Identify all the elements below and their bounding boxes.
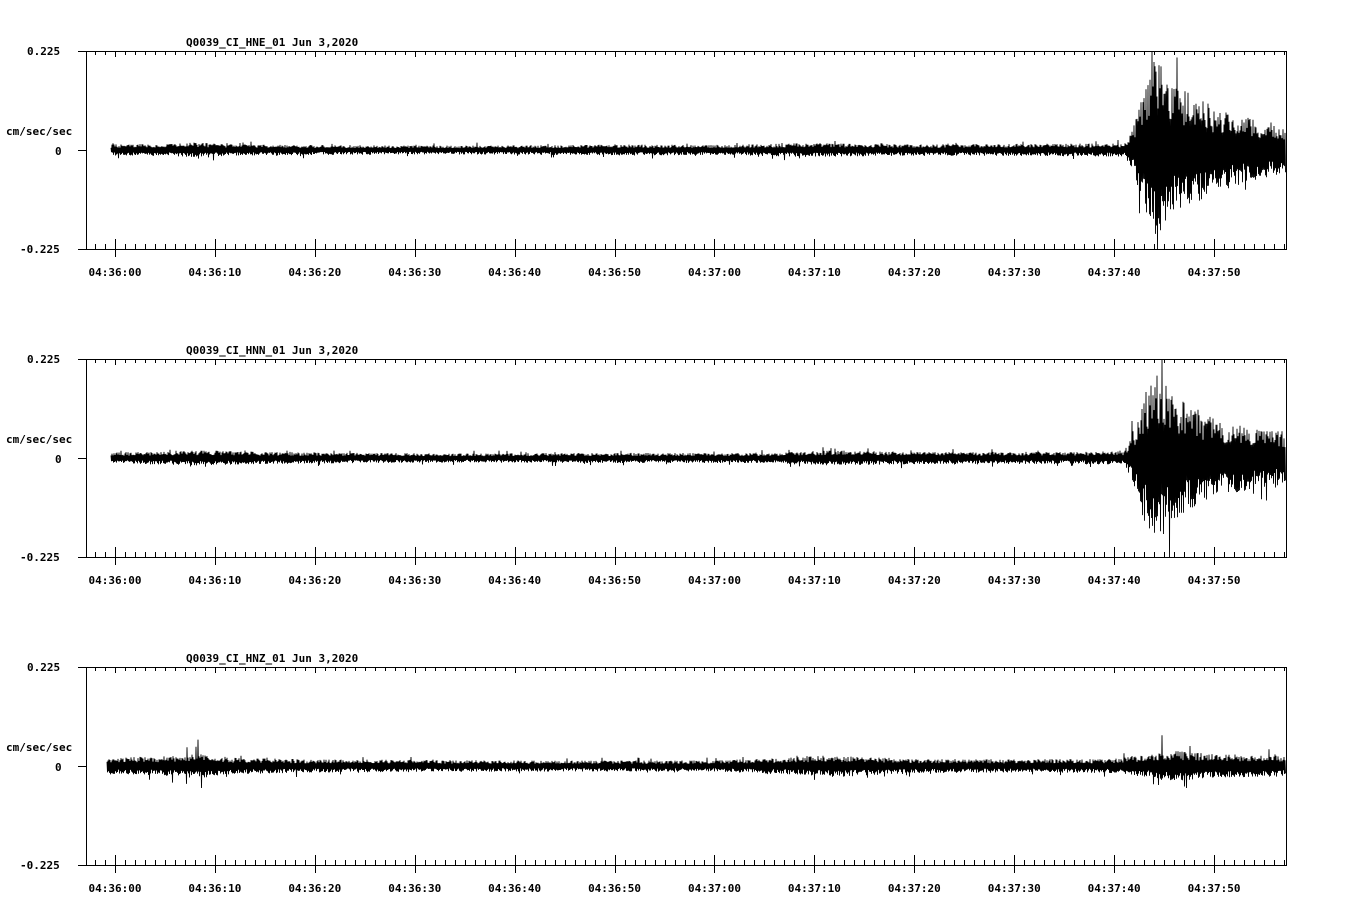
- y-tick-label: 0.225: [27, 45, 60, 58]
- panel-title: Q0039_CI_HNZ_01 Jun 3,2020: [186, 652, 358, 665]
- y-axis-label: cm/sec/sec: [6, 125, 72, 138]
- x-tick-label: 04:37:50: [1188, 574, 1241, 587]
- waveform-trace: [110, 50, 1286, 250]
- x-tick-label: 04:36:30: [388, 574, 441, 587]
- x-tick-label: 04:36:50: [588, 882, 641, 895]
- y-tick-label: 0.225: [27, 353, 60, 366]
- y-axis-label: cm/sec/sec: [6, 741, 72, 754]
- y-tick-label: -0.225: [20, 859, 60, 872]
- x-tick-label: 04:37:00: [688, 574, 741, 587]
- y-tick-label: -0.225: [20, 551, 60, 564]
- x-tick-label: 04:36:30: [388, 882, 441, 895]
- y-tick-label: 0: [55, 453, 62, 466]
- x-tick-label: 04:37:20: [888, 882, 941, 895]
- x-tick-label: 04:36:20: [288, 266, 341, 279]
- x-tick-label: 04:37:20: [888, 266, 941, 279]
- x-tick-label: 04:37:10: [788, 882, 841, 895]
- x-tick-label: 04:37:40: [1088, 266, 1141, 279]
- waveform-trace: [110, 358, 1286, 558]
- panel-title: Q0039_CI_HNE_01 Jun 3,2020: [186, 36, 358, 49]
- x-tick-label: 04:37:10: [788, 266, 841, 279]
- x-tick-label: 04:36:10: [188, 574, 241, 587]
- x-tick-label: 04:37:40: [1088, 882, 1141, 895]
- seismogram-figure: Q0039_CI_HNE_01 Jun 3,2020 cm/sec/sec 0.22…: [6, 36, 1287, 895]
- x-tick-label: 04:36:40: [488, 882, 541, 895]
- y-axis-label: cm/sec/sec: [6, 433, 72, 446]
- x-tick-label: 04:37:50: [1188, 882, 1241, 895]
- trace-panel-3: Q0039_CI_HNZ_01 Jun 3,2020 cm/sec/sec 0.22…: [6, 652, 1287, 895]
- y-tick-label: -0.225: [20, 243, 60, 256]
- x-tick-label: 04:36:30: [388, 266, 441, 279]
- x-tick-label: 04:36:10: [188, 882, 241, 895]
- x-tick-label: 04:36:00: [88, 882, 141, 895]
- x-tick-label: 04:37:20: [888, 574, 941, 587]
- x-tick-label: 04:36:00: [88, 266, 141, 279]
- x-tick-label: 04:36:00: [88, 574, 141, 587]
- x-tick-label: 04:37:30: [988, 574, 1041, 587]
- x-tick-label: 04:36:20: [288, 574, 341, 587]
- x-tick-label: 04:37:10: [788, 574, 841, 587]
- x-tick-label: 04:36:50: [588, 574, 641, 587]
- x-tick-label: 04:37:30: [988, 882, 1041, 895]
- x-tick-label: 04:36:40: [488, 574, 541, 587]
- y-tick-label: 0: [55, 145, 62, 158]
- y-tick-label: 0: [55, 761, 62, 774]
- waveform-trace: [106, 735, 1286, 789]
- x-tick-label: 04:36:10: [188, 266, 241, 279]
- x-tick-label: 04:37:30: [988, 266, 1041, 279]
- x-tick-label: 04:36:20: [288, 882, 341, 895]
- trace-panel-1: Q0039_CI_HNE_01 Jun 3,2020 cm/sec/sec 0.22…: [6, 36, 1287, 279]
- y-tick-label: 0.225: [27, 661, 60, 674]
- x-tick-label: 04:36:40: [488, 266, 541, 279]
- panel-title: Q0039_CI_HNN_01 Jun 3,2020: [186, 344, 358, 357]
- x-tick-label: 04:37:00: [688, 882, 741, 895]
- x-tick-label: 04:37:00: [688, 266, 741, 279]
- x-tick-label: 04:37:50: [1188, 266, 1241, 279]
- trace-panel-2: Q0039_CI_HNN_01 Jun 3,2020 cm/sec/sec 0.22…: [6, 344, 1287, 587]
- x-tick-label: 04:37:40: [1088, 574, 1141, 587]
- x-tick-label: 04:36:50: [588, 266, 641, 279]
